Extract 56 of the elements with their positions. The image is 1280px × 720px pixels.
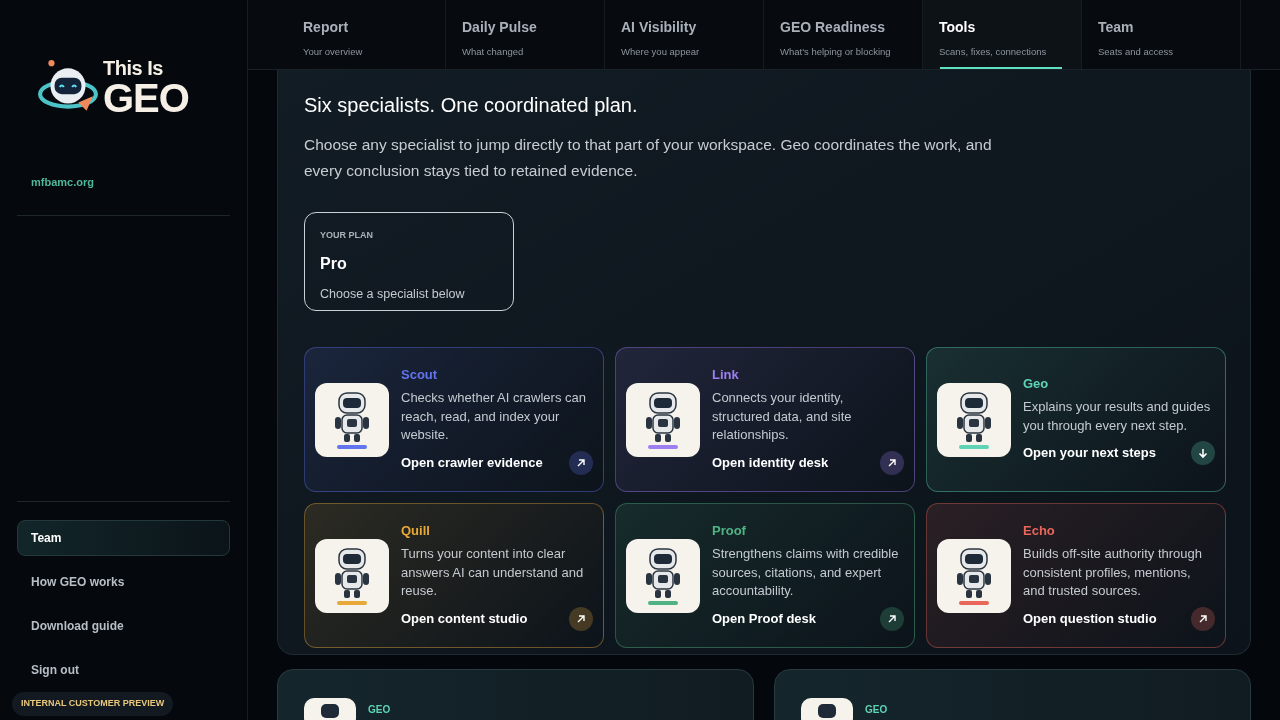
- robot-icon: [801, 698, 853, 720]
- arrow-up-right-icon: [575, 612, 587, 625]
- specialist-action-link[interactable]: Open your next steps: [1023, 444, 1156, 463]
- specialist-name: Proof: [712, 521, 747, 540]
- sidebar-item[interactable]: How GEO works: [17, 564, 230, 600]
- specialist-description: Turns your content into clear answers AI can understand and reuse.: [401, 545, 585, 600]
- nav-tab[interactable]: Team Seats and access: [1082, 0, 1241, 69]
- specialist-name: Geo: [1023, 374, 1050, 393]
- action-button[interactable]: [880, 450, 904, 475]
- nav-tab[interactable]: AI Visibility Where you appear: [605, 0, 764, 69]
- action-button[interactable]: [880, 606, 904, 631]
- specialist-name: Quill: [401, 521, 431, 540]
- specialist-card[interactable]: Echo Builds off-site authority through consistent profiles, mentions, and trusted sources. Open question studio: [926, 503, 1226, 648]
- specialist-action-link[interactable]: Open crawler evidence: [401, 453, 543, 472]
- specialist-action-link[interactable]: Open question studio: [1023, 609, 1157, 628]
- specialist-card[interactable]: Geo Explains your results and guides you through every next step. Open your next steps: [926, 347, 1226, 492]
- specialist-description: Checks whether AI crawlers can reach, read, and index your website.: [401, 389, 587, 444]
- card-label: GEO: [368, 703, 391, 717]
- specialist-action-link[interactable]: Open content studio: [401, 609, 528, 628]
- specialist-action-link[interactable]: Open identity desk: [712, 453, 829, 472]
- specialist-description: Strengthens claims with credible sources, citations, and expert accountability.: [712, 545, 900, 600]
- specialist-description: Explains your results and guides you through every next step.: [1023, 398, 1212, 435]
- arrow-up-right-icon: [575, 456, 587, 469]
- specialist-card[interactable]: Proof Strengthens claims with credible sources, citations, and expert accountability. Open Proof desk: [615, 503, 915, 648]
- specialist-card[interactable]: Scout Checks whether AI crawlers can reach, read, and index your website. Open crawler evidence: [304, 347, 604, 492]
- specialist-card[interactable]: Quill Turns your content into clear answers AI can understand and reuse. Open content studio: [304, 503, 604, 648]
- robot-icon: [304, 698, 356, 720]
- action-button[interactable]: [569, 450, 593, 475]
- specialist-action-link[interactable]: Open Proof desk: [712, 609, 817, 628]
- specialist-description: Connects your identity, structured data, and site relationships.: [712, 389, 853, 444]
- action-button[interactable]: [1191, 606, 1215, 631]
- arrow-up-right-icon: [1197, 612, 1209, 625]
- preview-badge: INTERNAL CUSTOMER PREVIEW: [12, 692, 174, 716]
- specialist-name: Scout: [401, 365, 439, 384]
- nav-tab[interactable]: Tools Scans, fixes, connections: [923, 0, 1082, 69]
- domain-label: mfbamc.org: [30, 175, 95, 190]
- plan-card: YOUR PLAN Pro Choose a specialist below: [304, 212, 514, 311]
- action-button[interactable]: [569, 606, 593, 631]
- specialist-name: Link: [712, 365, 740, 384]
- intro-text: Choose any specialist to jump directly to that part of your workspace. Geo coordinates the work, and every conclusion stays tied to retained evidence.: [304, 135, 993, 181]
- card-label: GEO: [865, 703, 888, 717]
- sidebar-item[interactable]: Sign out: [17, 652, 230, 688]
- arrow-up-right-icon: [886, 456, 898, 469]
- logo-text: GEO: [103, 78, 189, 118]
- sidebar-item[interactable]: Download guide: [17, 608, 230, 644]
- arrow-up-right-icon: [886, 612, 898, 625]
- nav-tab[interactable]: Daily Pulse What changed: [446, 0, 605, 69]
- section-heading: Six specialists. One coordinated plan.: [304, 93, 639, 118]
- specialist-description: Builds off-site authority through consistent profiles, mentions, and trusted sources.: [1023, 545, 1203, 600]
- specialist-card[interactable]: Link Connects your identity, structured data, and site relationships. Open identity desk: [615, 347, 915, 492]
- action-button[interactable]: [1191, 441, 1215, 466]
- logo-text: This Is: [103, 58, 164, 78]
- arrow-down-icon: [1197, 447, 1209, 460]
- specialist-name: Echo: [1023, 521, 1056, 540]
- nav-tab[interactable]: Report Your overview: [287, 0, 446, 69]
- sidebar-item[interactable]: Team: [17, 520, 230, 556]
